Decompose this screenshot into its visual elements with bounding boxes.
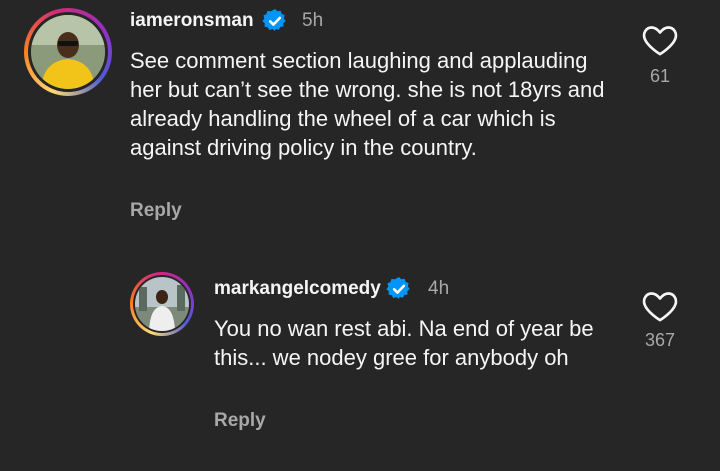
reply-button[interactable]: Reply (130, 200, 182, 222)
comment-timestamp: 5h (302, 10, 324, 31)
comment-text: You no wan rest abi. Na end of year be t… (214, 316, 594, 370)
avatar[interactable] (130, 272, 194, 336)
comment-username[interactable]: markangelcomedy (214, 278, 381, 300)
like-count: 367 (644, 330, 676, 350)
verified-badge-icon (262, 8, 286, 31)
heart-icon[interactable] (640, 20, 680, 60)
comment-text: See comment section laughing and applaud… (130, 48, 605, 160)
comment-timestamp: 4h (428, 278, 450, 299)
like-count: 61 (649, 66, 671, 86)
verified-badge-icon (386, 276, 410, 299)
avatar[interactable] (24, 8, 112, 96)
heart-icon[interactable] (640, 286, 680, 326)
user-avatar-icon (31, 15, 105, 89)
reply-button[interactable]: Reply (214, 410, 266, 432)
user-avatar-icon (135, 277, 189, 331)
comment-username[interactable]: iameronsman (130, 10, 254, 32)
